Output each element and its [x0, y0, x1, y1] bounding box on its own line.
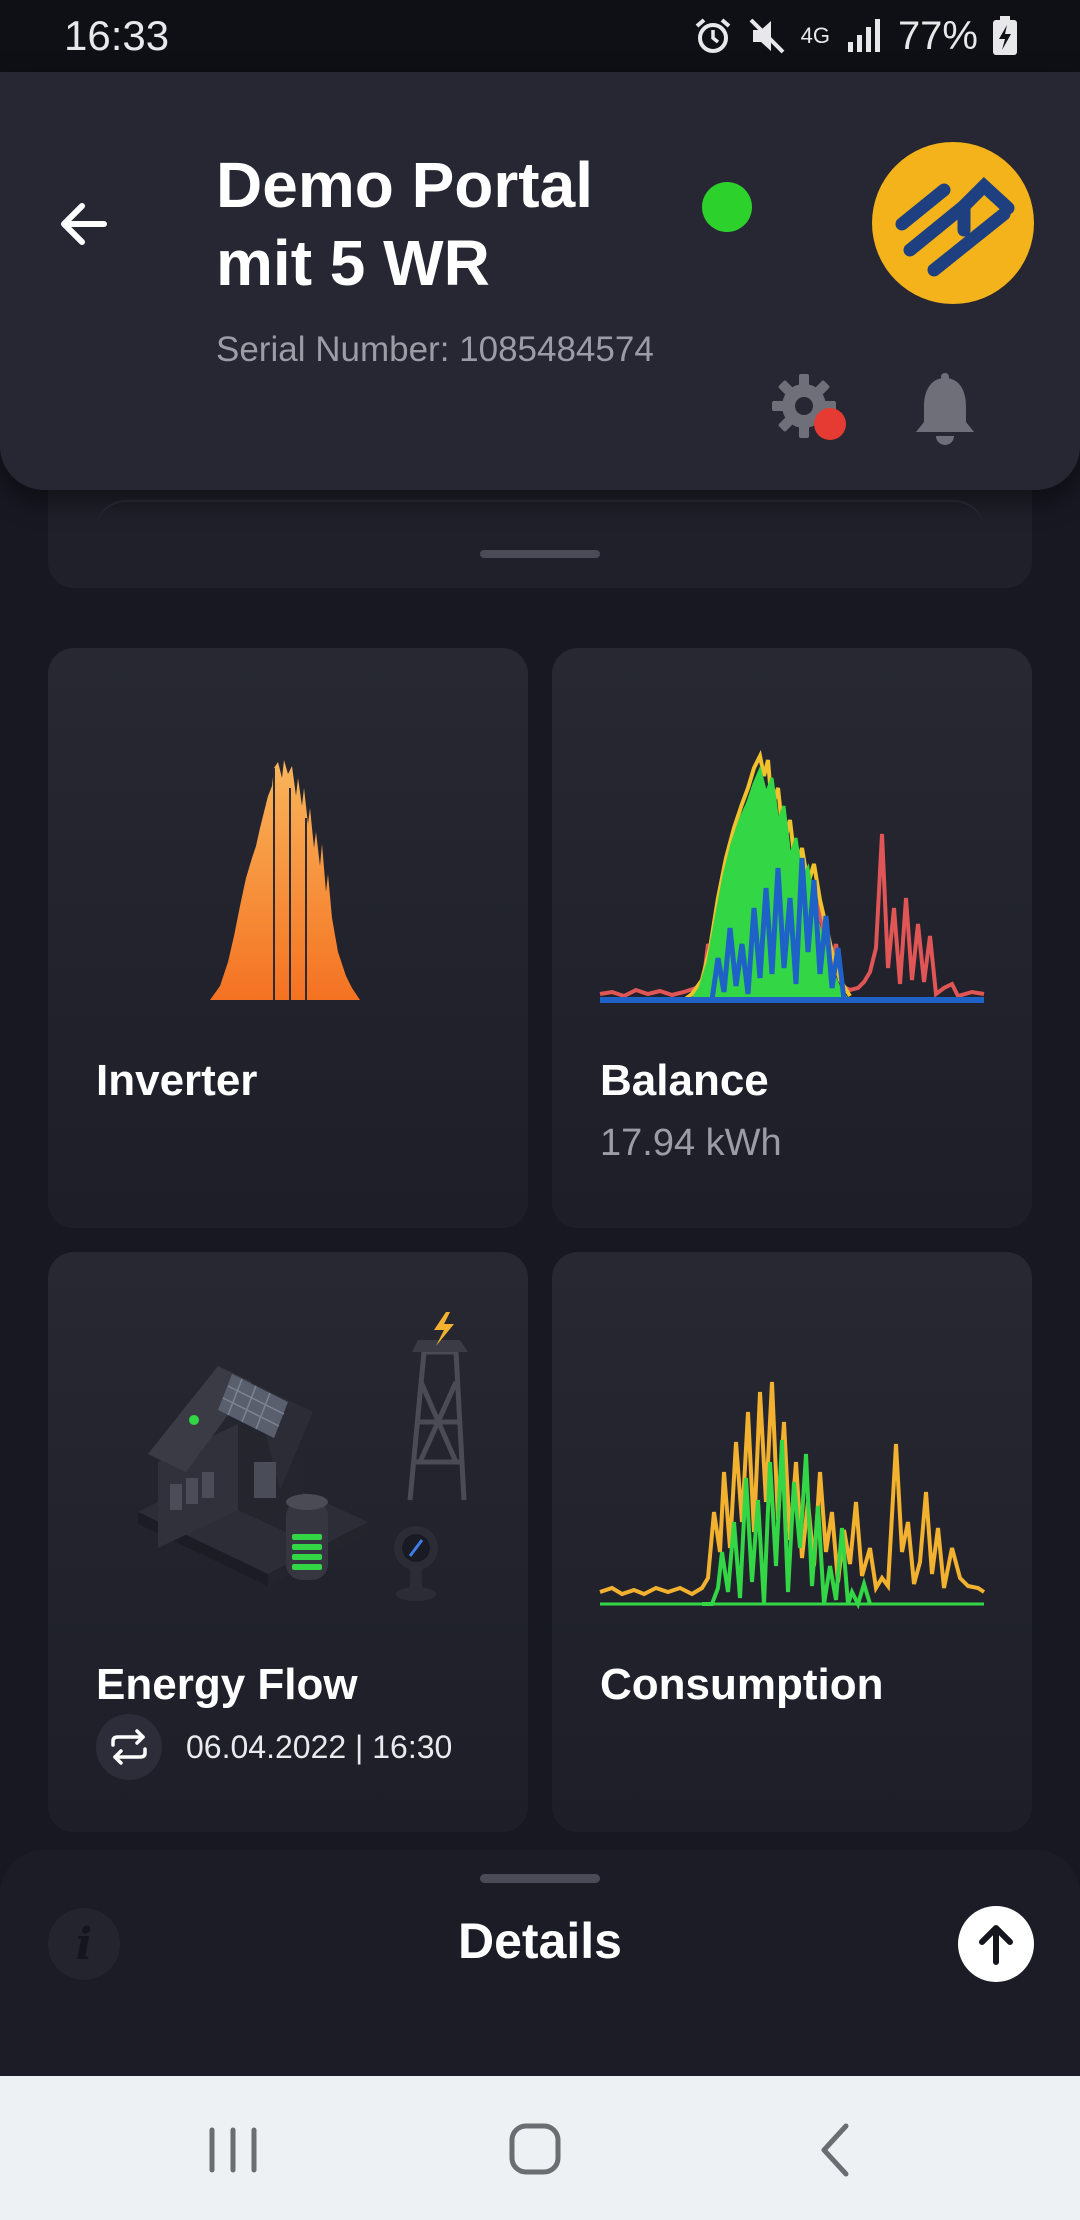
status-time: 16:33 — [64, 12, 170, 59]
consumption-title: Consumption — [600, 1660, 884, 1709]
arrow-up-icon — [979, 1925, 1013, 1965]
battery-charging-icon — [993, 16, 1017, 55]
inverter-chart — [210, 760, 360, 1000]
battery-percent: 77% — [897, 13, 978, 58]
scroll-up-button[interactable] — [958, 1906, 1034, 1982]
recents-icon[interactable] — [198, 2120, 268, 2180]
details-title: Details — [458, 1913, 622, 1969]
balance-chart — [599, 749, 985, 1003]
network-type: 4G — [800, 23, 830, 48]
signal-icon — [847, 19, 880, 52]
system-navigation-bar — [0, 2076, 1080, 2220]
balance-tile[interactable]: Balance 17.94 kWh — [552, 648, 1032, 1228]
notification-bell-icon[interactable] — [912, 372, 978, 452]
online-status-dot — [702, 182, 752, 232]
status-bar: 16:33 4G 77% — [0, 0, 1080, 72]
inverter-tile[interactable]: Inverter — [48, 648, 528, 1228]
serial-number: Serial Number: 1085484574 — [216, 330, 654, 369]
portal-title-line1: Demo Portal — [216, 149, 593, 221]
energy-flow-tile[interactable]: Energy Flow 06.04.2022 | 16:30 — [48, 1252, 528, 1832]
consumption-chart — [599, 1381, 986, 1610]
house-energy-illustration — [138, 1312, 468, 1601]
back-nav-icon[interactable] — [800, 2120, 870, 2180]
sync-icon[interactable] — [96, 1714, 162, 1780]
energy-flow-datetime: 06.04.2022 | 16:30 — [186, 1728, 453, 1765]
panel-drag-handle[interactable] — [480, 550, 600, 558]
balance-value: 17.94 kWh — [600, 1122, 782, 1164]
energy-flow-timestamp-row: 06.04.2022 | 16:30 — [96, 1714, 452, 1780]
consumption-tile[interactable]: Consumption — [552, 1252, 1032, 1832]
mute-icon — [749, 18, 784, 54]
company-logo — [872, 142, 1034, 304]
details-bottom-sheet[interactable]: i Details — [0, 1850, 1080, 2076]
settings-alert-badge — [814, 408, 846, 440]
inverter-title: Inverter — [96, 1056, 258, 1105]
portal-title: Demo Portal mit 5 WR — [216, 146, 686, 302]
back-arrow-icon[interactable] — [54, 194, 114, 254]
portal-title-line2: mit 5 WR — [216, 227, 490, 299]
portal-header: Demo Portal mit 5 WR Serial Number: 1085… — [0, 72, 1080, 490]
balance-title: Balance — [600, 1056, 769, 1105]
energy-flow-title: Energy Flow — [96, 1660, 358, 1709]
home-icon[interactable] — [500, 2120, 570, 2180]
details-drag-handle[interactable] — [480, 1874, 600, 1883]
status-icons: 4G 77% — [693, 14, 1018, 59]
alarm-icon — [695, 18, 730, 53]
collapsed-panel-inner — [96, 500, 984, 540]
